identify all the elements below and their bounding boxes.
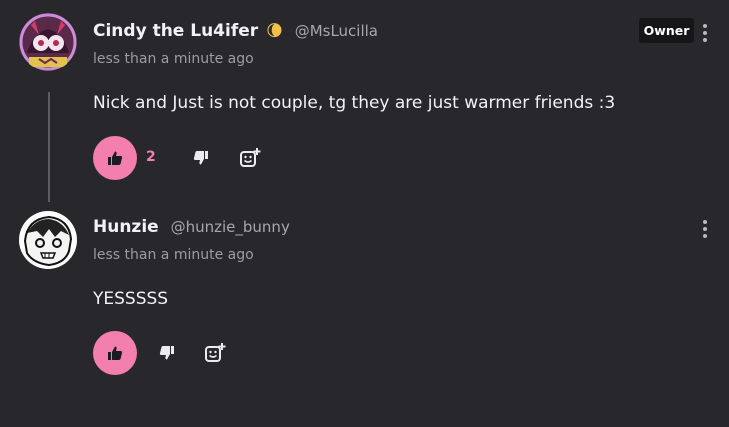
author-name-row: Hunzie @hunzie_bunny: [93, 217, 290, 237]
add-reaction-button[interactable]: [203, 341, 227, 365]
like-count: 2: [146, 149, 156, 165]
thumbs-down-icon: [193, 151, 208, 165]
add-reaction-button[interactable]: [238, 146, 262, 170]
add-reaction-icon: [205, 343, 226, 362]
dislike-button[interactable]: [155, 341, 179, 365]
author-handle[interactable]: @hunzie_bunny: [171, 218, 290, 236]
avatar[interactable]: [19, 211, 77, 269]
moon-emoji: 🌘: [266, 21, 283, 40]
like-button[interactable]: [93, 331, 137, 375]
timestamp: less than a minute ago: [93, 247, 254, 263]
thumbs-up-icon: [108, 151, 123, 165]
timestamp: less than a minute ago: [93, 51, 254, 67]
more-options-button[interactable]: [700, 220, 710, 240]
more-vertical-icon: [703, 220, 707, 224]
author-name[interactable]: Hunzie: [93, 217, 159, 237]
owner-badge: Owner: [639, 18, 694, 43]
author-name[interactable]: Cindy the Lu4ifer: [93, 21, 258, 41]
comment-text: Nick and Just is not couple, tg they are…: [93, 93, 616, 113]
author-handle[interactable]: @MsLucilla: [295, 22, 378, 40]
add-reaction-icon: [240, 148, 261, 167]
avatar[interactable]: [19, 13, 77, 71]
more-options-button[interactable]: [700, 24, 710, 44]
like-button[interactable]: [93, 136, 137, 180]
thumbs-down-icon: [159, 346, 174, 360]
comment-text: YESSSSS: [93, 289, 169, 309]
author-name-row: Cindy the Lu4ifer 🌘 @MsLucilla: [93, 21, 378, 41]
thumbs-up-icon: [108, 346, 123, 360]
more-vertical-icon: [703, 24, 707, 28]
dislike-button[interactable]: [189, 146, 213, 170]
thread-line: [48, 92, 50, 202]
